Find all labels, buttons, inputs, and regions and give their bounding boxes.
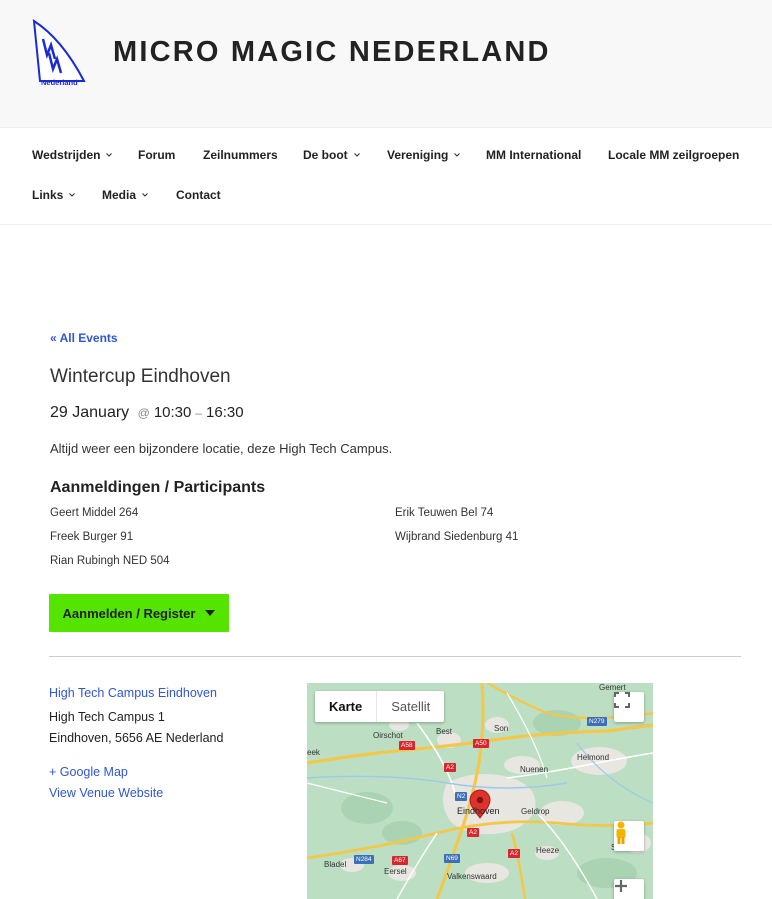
venue-street: High Tech Campus 1	[49, 710, 165, 724]
nav-item-label: Forum	[138, 148, 176, 162]
participant-item: Freek Burger 91	[50, 531, 134, 543]
venue-map[interactable]: Gemert Oirschot Best Son Helmond Nuenen …	[307, 683, 653, 899]
nav-item-media[interactable]: Media	[102, 188, 148, 202]
road-badge-a2-south: A2	[467, 828, 479, 837]
svg-text:Nederland: Nederland	[41, 78, 78, 87]
nav-item-wedstrijden[interactable]: Wedstrijden	[32, 148, 113, 162]
zoom-in-button[interactable]	[614, 879, 644, 899]
pegman-icon	[616, 821, 626, 844]
road-badge-n2: N2	[455, 792, 468, 801]
street-view-button[interactable]	[614, 821, 644, 851]
fullscreen-button[interactable]	[614, 692, 644, 722]
map-label-valkenswaard: Valkenswaard	[447, 872, 497, 881]
event-schedule: 29 January @10:30–16:30	[50, 404, 244, 422]
nav-item-links[interactable]: Links	[32, 188, 76, 202]
plus-icon	[615, 880, 627, 892]
participants-heading: Aanmeldingen / Participants	[50, 479, 266, 496]
participant-item: Geert Middel 264	[50, 507, 139, 519]
nav-item-label: De boot	[303, 148, 348, 162]
map-label-helmond: Helmond	[577, 753, 610, 762]
map-label-geldrop: Geldrop	[521, 807, 550, 816]
map-label-partial-west: eek	[307, 748, 320, 757]
register-button-label: Aanmelden / Register	[62, 605, 196, 621]
venue-city: Eindhoven, 5656 AE Nederland	[49, 731, 224, 745]
event-description: Altijd weer een bijzondere locatie, deze…	[50, 441, 393, 456]
at-separator: @	[137, 406, 150, 420]
google-map-link[interactable]: + Google Map	[49, 765, 128, 779]
participant-item: Erik Teuwen Bel 74	[395, 507, 494, 519]
nav-item-label: MM International	[486, 148, 582, 162]
nav-item-zeilnummers[interactable]: Zeilnummers	[203, 148, 278, 162]
road-badge-n279: N279	[587, 717, 607, 726]
event-end-time: 16:30	[206, 404, 244, 421]
nav-item-label: Locale MM zeilgroepen	[608, 148, 740, 162]
road-badge-a50: A50	[473, 739, 489, 748]
nav-item-label: Contact	[176, 188, 221, 202]
map-label-eersel: Eersel	[384, 867, 407, 876]
road-badge-a67: A67	[392, 856, 408, 865]
map-type-karte[interactable]: Karte	[315, 691, 376, 722]
participant-item: Rian Rubingh NED 504	[50, 555, 170, 567]
section-divider	[49, 656, 741, 657]
map-label-eindhoven: Eindhoven	[457, 806, 500, 816]
chevron-down-icon	[353, 153, 360, 157]
site-header: Nederland MICRO MAGIC NEDERLAND	[0, 0, 772, 128]
chevron-down-icon	[106, 153, 113, 157]
road-badge-n284: N284	[354, 855, 374, 864]
nav-item-forum[interactable]: Forum	[138, 148, 175, 162]
nav-item-label: Vereniging	[387, 148, 449, 162]
site-title[interactable]: MICRO MAGIC NEDERLAND	[113, 36, 551, 69]
event-date: 29 January	[50, 404, 130, 421]
event-title: Wintercup Eindhoven	[50, 366, 231, 387]
fullscreen-icon	[614, 692, 630, 708]
nav-item-label: Zeilnummers	[203, 148, 278, 162]
caret-down-icon	[205, 610, 216, 616]
road-badge-a58: A58	[399, 741, 415, 750]
map-type-satellit[interactable]: Satellit	[376, 691, 444, 722]
map-label-gemert: Gemert	[599, 683, 626, 692]
map-label-heeze: Heeze	[536, 846, 560, 855]
nav-item-label: Media	[102, 188, 137, 202]
map-label-son: Son	[494, 724, 509, 733]
map-label-best: Best	[436, 727, 453, 736]
chevron-down-icon	[69, 193, 76, 197]
nav-item-vereniging[interactable]: Vereniging	[387, 148, 461, 162]
map-label-nuenen: Nuenen	[520, 765, 549, 774]
chevron-down-icon	[142, 193, 148, 197]
venue-website-link[interactable]: View Venue Website	[49, 786, 163, 800]
register-button[interactable]: Aanmelden / Register	[49, 594, 229, 632]
road-badge-a2-north: A2	[444, 763, 456, 772]
nav-item-contact[interactable]: Contact	[176, 188, 221, 202]
site-logo[interactable]: Nederland	[32, 19, 86, 87]
map-type-control: Karte Satellit	[315, 691, 445, 722]
road-badge-n69: N69	[444, 854, 460, 863]
participant-item: Wijbrand Siedenburg 41	[395, 531, 519, 543]
nav-item-mm-international[interactable]: MM International	[486, 148, 581, 162]
road-badge-a2-east: A2	[508, 849, 520, 858]
event-start-time: 10:30	[153, 404, 192, 421]
all-events-link[interactable]: « All Events	[50, 331, 118, 345]
map-label-bladel: Bladel	[324, 860, 347, 869]
venue-name-link[interactable]: High Tech Campus Eindhoven	[49, 686, 217, 700]
time-separator: –	[195, 406, 203, 420]
nav-item-de-boot[interactable]: De boot	[303, 148, 360, 162]
nav-item-label: Links	[32, 188, 64, 202]
map-label-oirschot: Oirschot	[373, 731, 403, 740]
nav-item-label: Wedstrijden	[32, 148, 101, 162]
chevron-down-icon	[454, 153, 461, 157]
main-navigation: Wedstrijden Forum Zeilnummers De boot Ve…	[0, 128, 772, 225]
nav-item-locale-mm-zeilgroepen[interactable]: Locale MM zeilgroepen	[608, 148, 739, 162]
